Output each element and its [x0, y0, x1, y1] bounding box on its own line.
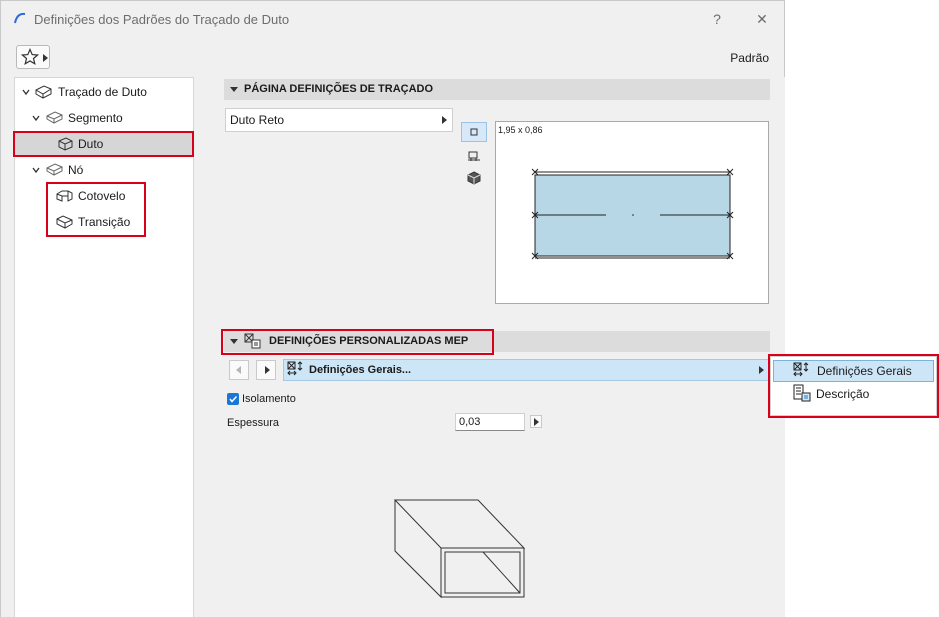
section-view-icon [468, 151, 480, 161]
node-icon [46, 163, 63, 176]
preview-dimensions: 1,95 x 0,86 [498, 125, 543, 135]
insulation-checkbox[interactable] [227, 393, 239, 405]
route-settings-title: PÁGINA DEFINIÇÕES DE TRAÇADO [244, 83, 434, 95]
segment-icon [46, 111, 63, 124]
chevron-down-icon [32, 115, 40, 122]
route-settings-header[interactable]: PÁGINA DEFINIÇÕES DE TRAÇADO [224, 79, 770, 100]
preset-name: Padrão [730, 51, 769, 65]
arrow-right-icon [534, 418, 539, 426]
arrow-right-icon [265, 366, 270, 374]
highlight-box-duct [13, 131, 194, 157]
tree-item-node[interactable]: Nó [20, 159, 190, 181]
settings-tree [14, 77, 194, 617]
duct-preview: 1,95 x 0,86 [495, 121, 769, 304]
3d-view-button[interactable] [461, 168, 487, 188]
general-settings-icon [287, 361, 303, 376]
highlight-box-node-children [46, 182, 146, 237]
mep-page-selector[interactable]: Definições Gerais... [283, 359, 770, 381]
help-button[interactable]: ? [707, 9, 727, 29]
dropdown-arrow-icon [759, 366, 764, 374]
highlight-box-mep-header [221, 329, 494, 355]
highlight-box-popup [768, 354, 939, 418]
thickness-input[interactable]: 0,03 [455, 413, 525, 431]
panel-splitter[interactable] [196, 77, 208, 617]
star-icon [21, 48, 39, 66]
chevron-down-icon [22, 89, 30, 96]
mep-page-label: Definições Gerais... [309, 364, 412, 376]
close-button[interactable]: ✕ [752, 9, 772, 29]
thickness-label: Espessura [227, 417, 279, 429]
tree-item-segment[interactable]: Segmento [20, 107, 190, 129]
duct-type-value: Duto Reto [230, 113, 285, 127]
dropdown-arrow-icon [442, 116, 447, 124]
checkmark-icon [229, 395, 238, 403]
app-logo-icon [14, 12, 26, 24]
arrow-left-icon [236, 366, 241, 374]
chevron-down-icon [32, 167, 40, 174]
duct-route-icon [35, 85, 52, 99]
thickness-menu-button[interactable] [530, 415, 542, 428]
favorites-button[interactable] [16, 45, 50, 69]
insulation-checkbox-row[interactable]: Isolamento [227, 393, 327, 407]
tree-item-duct-route[interactable]: Traçado de Duto [20, 81, 190, 103]
tree-item-label: Nó [68, 163, 84, 177]
section-view-button[interactable] [461, 146, 487, 166]
tree-item-label: Segmento [68, 111, 123, 125]
favorites-dropdown-arrow-icon [43, 54, 48, 62]
duct-type-dropdown[interactable]: Duto Reto [225, 108, 453, 132]
plan-view-icon [470, 128, 478, 136]
duct-3d-illustration [393, 499, 526, 599]
duct-section-drawing [531, 168, 734, 260]
previous-page-button[interactable] [229, 360, 249, 380]
3d-view-icon [467, 171, 481, 185]
tree-item-label: Traçado de Duto [58, 85, 147, 99]
next-page-button[interactable] [256, 360, 276, 380]
plan-view-button[interactable] [461, 122, 487, 142]
window-title: Definições dos Padrões do Traçado de Dut… [34, 12, 290, 27]
insulation-label: Isolamento [242, 393, 296, 405]
collapse-arrow-icon [230, 87, 238, 92]
title-bar: Definições dos Padrões do Traçado de Dut… [1, 1, 784, 35]
